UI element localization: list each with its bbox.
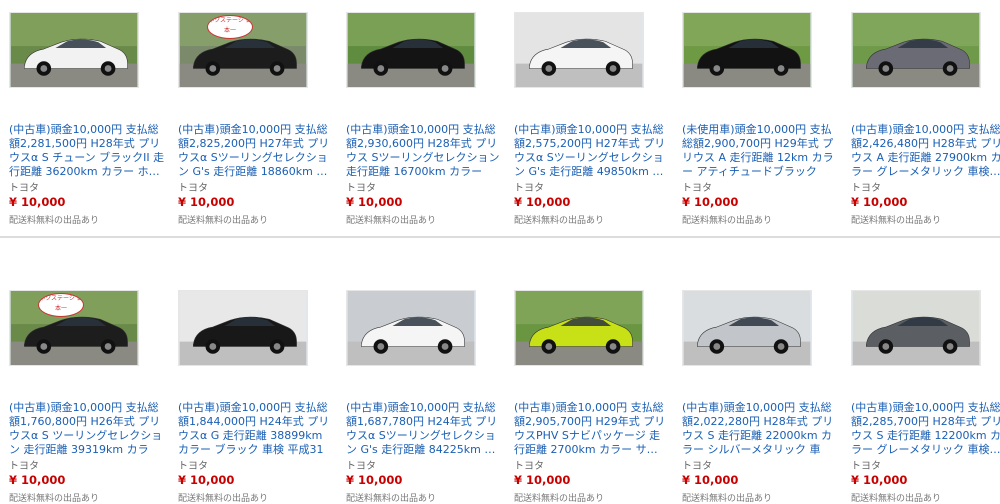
listing-price: ¥ 10,000 [682,195,739,209]
listing-thumbnail[interactable] [851,12,981,88]
listing-title-link[interactable]: (中古車)頭金10,000円 支払総額2,426,480円 H28年式 プリウス… [851,123,1000,179]
listing-price: ¥ 10,000 [851,195,908,209]
listing-brand: トヨタ [514,461,544,472]
shipping-note: 配送料無料の出品あり [178,494,269,504]
listing-thumbnail[interactable] [682,12,812,88]
listing-brand: トヨタ [178,183,208,194]
listing-thumbnail[interactable] [9,12,139,88]
listing-brand: トヨタ [178,461,208,472]
listing-price: ¥ 10,000 [682,473,739,487]
listing-thumbnail[interactable] [514,290,644,366]
shipping-note: 配送料無料の出品あり [9,494,100,504]
shipping-note: 配送料無料の出品あり [514,494,605,504]
listing-price: ¥ 10,000 [346,195,403,209]
listing-title-link[interactable]: (中古車)頭金10,000円 支払総額2,022,280円 H28年式 プリウス… [682,401,838,457]
shipping-note: 配送料無料の出品あり [178,216,269,226]
listing-price: ¥ 10,000 [346,473,403,487]
listing-title-link[interactable]: (中古車)頭金10,000円 支払総額2,930,600円 H28年式 プリウス… [346,123,502,179]
listing-title-link[interactable]: (中古車)頭金10,000円 支払総額2,285,700円 H28年式 プリウス… [851,401,1000,457]
listing-brand: トヨタ [9,461,39,472]
listing-title-link[interactable]: (中古車)頭金10,000円 支払総額2,825,200円 H27年式 プリウス… [178,123,334,179]
listing-brand: トヨタ [9,183,39,194]
listing-price: ¥ 10,000 [514,473,571,487]
listing-brand: トヨタ [346,461,376,472]
listing-title-link[interactable]: (中古車)頭金10,000円 支払総額2,575,200円 H27年式 プリウス… [514,123,670,179]
shipping-note: 配送料無料の出品あり [682,494,773,504]
listing-price: ¥ 10,000 [851,473,908,487]
listing-price: ¥ 10,000 [178,195,235,209]
listing-grid: (中古車)頭金10,000円 支払総額2,281,500円 H28年式 プリウス… [0,0,1000,504]
shipping-note: 配送料無料の出品あり [9,216,100,226]
listing-thumbnail[interactable] [514,12,644,88]
listing-thumbnail[interactable]: ネクステージ 日本一 [178,12,308,88]
shipping-note: 配送料無料の出品あり [851,494,942,504]
row-divider [0,236,1000,238]
listing-thumbnail[interactable] [346,12,476,88]
listing-title-link[interactable]: (中古車)頭金10,000円 支払総額2,905,700円 H29年式 プリウス… [514,401,670,457]
listing-title-link[interactable]: (中古車)頭金10,000円 支払総額1,687,780円 H24年式 プリウス… [346,401,502,457]
listing-brand: トヨタ [514,183,544,194]
shipping-note: 配送料無料の出品あり [851,216,942,226]
listing-thumbnail[interactable]: ネクステージ 日本一 [9,290,139,366]
shipping-note: 配送料無料の出品あり [682,216,773,226]
listing-title-link[interactable]: (中古車)頭金10,000円 支払総額1,760,800円 H26年式 プリウス… [9,401,165,457]
listing-brand: トヨタ [682,183,712,194]
listing-brand: トヨタ [346,183,376,194]
listing-thumbnail[interactable] [178,290,308,366]
listing-title-link[interactable]: (未使用車)頭金10,000円 支払総額2,900,700円 H29年式 プリウ… [682,123,838,179]
listing-price: ¥ 10,000 [9,195,66,209]
listing-thumbnail[interactable] [851,290,981,366]
dealer-badge: ネクステージ 日本一 [207,15,253,39]
listing-title-link[interactable]: (中古車)頭金10,000円 支払総額2,281,500円 H28年式 プリウス… [9,123,165,179]
listing-title-link[interactable]: (中古車)頭金10,000円 支払総額1,844,000円 H24年式 プリウス… [178,401,334,457]
listing-price: ¥ 10,000 [514,195,571,209]
shipping-note: 配送料無料の出品あり [514,216,605,226]
listing-price: ¥ 10,000 [178,473,235,487]
listing-brand: トヨタ [851,183,881,194]
listing-thumbnail[interactable] [346,290,476,366]
shipping-note: 配送料無料の出品あり [346,494,437,504]
listing-thumbnail[interactable] [682,290,812,366]
listing-price: ¥ 10,000 [9,473,66,487]
dealer-badge: ネクステージ 日本一 [38,293,84,317]
listing-brand: トヨタ [851,461,881,472]
listing-brand: トヨタ [682,461,712,472]
shipping-note: 配送料無料の出品あり [346,216,437,226]
